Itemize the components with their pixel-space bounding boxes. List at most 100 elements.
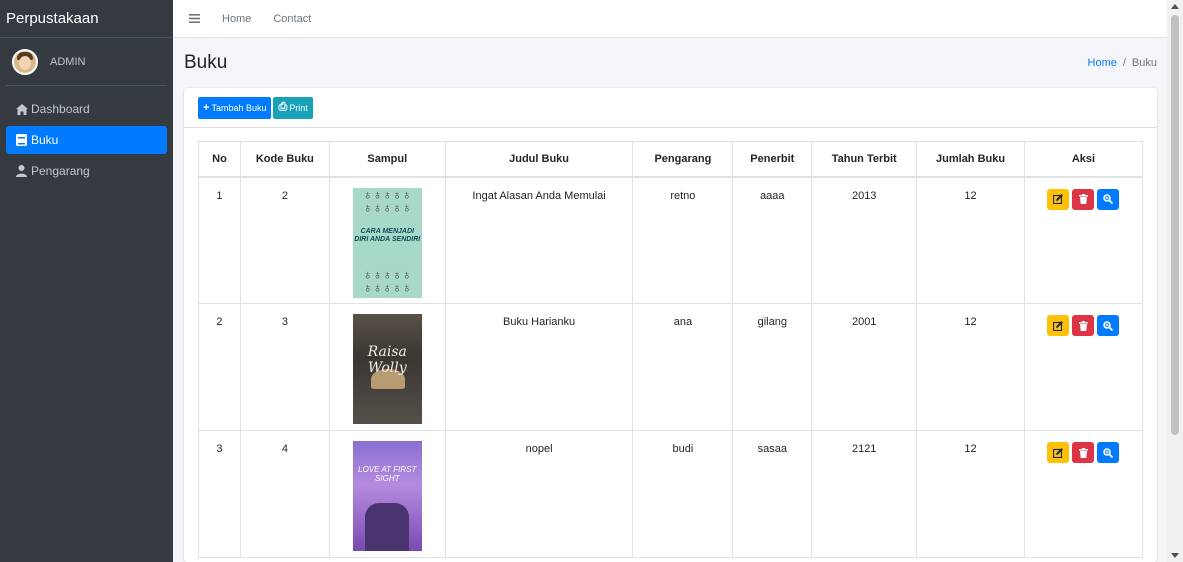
cell-pengarang: budi: [632, 430, 734, 558]
book-cover-image: ♁♁♁♁♁ ♁♁♁♁♁ CARA MENJADI DIRI ANDA SENDIR…: [352, 187, 422, 298]
cell-jumlah: 12: [916, 176, 1025, 304]
cell-jumlah: 12: [916, 430, 1025, 558]
print-button[interactable]: ⎙ Print: [273, 96, 313, 119]
sidebar-item-label: Dashboard: [31, 102, 90, 116]
cell-judul: Buku Harianku: [444, 303, 634, 431]
column-header[interactable]: Kode Buku: [239, 141, 330, 178]
add-book-button[interactable]: + Tambah Buku: [198, 96, 272, 119]
cell-judul: nopel: [444, 430, 634, 558]
sidebar-item-label: Buku: [31, 133, 59, 147]
edit-icon: [1053, 447, 1064, 458]
scroll-thumb[interactable]: [1171, 15, 1179, 435]
cell-no: 3: [198, 430, 241, 558]
sidebar-item-buku[interactable]: Buku: [6, 126, 167, 154]
edit-icon: [1053, 320, 1064, 331]
print-label: Print: [289, 102, 308, 113]
column-header[interactable]: Pengarang: [632, 141, 734, 178]
trash-icon: [1078, 194, 1088, 204]
delete-button[interactable]: [1072, 188, 1095, 210]
edit-button[interactable]: [1047, 188, 1070, 210]
table-row: 1 2 ♁♁♁♁♁ ♁♁♁♁♁ CARA MENJADI DIRI ANDA SE…: [198, 176, 1144, 304]
detail-button[interactable]: [1097, 188, 1120, 210]
card-header: + Tambah Buku ⎙ Print: [184, 88, 1157, 128]
zoom-icon: [1103, 320, 1114, 331]
breadcrumb-current: Buku: [1131, 57, 1157, 69]
cell-aksi: [1023, 430, 1144, 558]
cell-penerbit: aaaa: [732, 176, 813, 304]
user-panel[interactable]: ADMIN: [6, 38, 167, 86]
cell-no: 2: [198, 303, 241, 431]
column-header[interactable]: Penerbit: [732, 141, 813, 178]
nav-link-contact[interactable]: Contact: [273, 13, 311, 25]
plus-icon: +: [203, 101, 210, 114]
cell-penerbit: gilang: [732, 303, 813, 431]
book-icon: [15, 134, 28, 146]
breadcrumb-separator: /: [1122, 57, 1126, 69]
page-title: Buku: [184, 52, 228, 73]
print-icon: ⎙: [278, 101, 288, 113]
cell-jumlah: 12: [916, 303, 1025, 431]
delete-button[interactable]: [1072, 442, 1095, 463]
user-name[interactable]: ADMIN: [50, 56, 85, 68]
sidebar: Perpustakaan ADMIN Dashboard Buku Pengar…: [0, 0, 173, 562]
detail-button[interactable]: [1097, 315, 1120, 336]
edit-icon: [1053, 194, 1064, 204]
cell-aksi: [1023, 303, 1144, 431]
column-header[interactable]: Judul Buku: [444, 141, 634, 178]
cell-kode: 2: [239, 176, 330, 304]
column-header[interactable]: Sampul: [328, 141, 446, 178]
cell-tahun: 2121: [811, 430, 918, 558]
trash-icon: [1078, 447, 1088, 458]
breadcrumb: Home / Buku: [1088, 57, 1157, 69]
zoom-icon: [1103, 447, 1114, 458]
column-header[interactable]: Tahun Terbit: [811, 141, 918, 178]
zoom-icon: [1103, 194, 1114, 204]
cell-no: 1: [198, 176, 241, 304]
book-cover-image: Raisa Wolly: [352, 314, 422, 424]
cover-text: CARA MENJADI DIRI ANDA SENDIRI: [354, 227, 421, 243]
cell-penerbit: sasaa: [732, 430, 813, 558]
avatar: [12, 48, 38, 75]
books-table: No Kode Buku Sampul Judul Buku Pengarang…: [198, 141, 1144, 558]
cell-sampul: LOVE AT FIRST SIGHT: [328, 430, 446, 558]
sidebar-item-label: Pengarang: [31, 164, 90, 178]
brand-text: Perpustakaan: [6, 10, 99, 27]
table-row: 2 3 Raisa Wolly Buku Harianku ana gilang…: [198, 303, 1144, 431]
user-icon: [15, 165, 28, 177]
column-header[interactable]: No: [198, 141, 241, 178]
book-cover-image: LOVE AT FIRST SIGHT: [352, 441, 422, 551]
brand-link[interactable]: Perpustakaan: [0, 0, 173, 38]
home-icon: [15, 103, 28, 115]
edit-button[interactable]: [1047, 315, 1070, 336]
cell-tahun: 2001: [811, 303, 918, 431]
scroll-up-icon[interactable]: [1171, 4, 1179, 9]
cell-judul: Ingat Alasan Anda Memulai: [444, 176, 634, 304]
sidebar-item-dashboard[interactable]: Dashboard: [6, 96, 167, 122]
top-navbar: Home Contact: [173, 0, 1167, 38]
breadcrumb-home-link[interactable]: Home: [1088, 57, 1117, 69]
add-book-label: Tambah Buku: [211, 102, 267, 113]
column-header[interactable]: Aksi: [1023, 141, 1144, 178]
sidebar-nav: Dashboard Buku Pengarang: [0, 96, 173, 184]
cell-sampul: ♁♁♁♁♁ ♁♁♁♁♁ CARA MENJADI DIRI ANDA SENDIR…: [328, 176, 446, 304]
page-scrollbar[interactable]: [1167, 0, 1183, 562]
table-row: 3 4 LOVE AT FIRST SIGHT nopel budi sasaa…: [198, 430, 1144, 558]
cell-tahun: 2013: [811, 176, 918, 304]
menu-toggle-icon[interactable]: [189, 11, 200, 26]
cover-text: LOVE AT FIRST SIGHT: [358, 465, 417, 483]
trash-icon: [1078, 320, 1088, 331]
cell-sampul: Raisa Wolly: [328, 303, 446, 431]
cell-kode: 4: [239, 430, 330, 558]
content-header: Buku Home / Buku: [173, 38, 1167, 88]
cell-aksi: [1023, 176, 1144, 304]
edit-button[interactable]: [1047, 442, 1070, 463]
delete-button[interactable]: [1072, 315, 1095, 336]
sidebar-item-pengarang[interactable]: Pengarang: [6, 158, 167, 184]
column-header[interactable]: Jumlah Buku: [916, 141, 1025, 178]
table-header-row: No Kode Buku Sampul Judul Buku Pengarang…: [198, 141, 1144, 178]
cell-pengarang: ana: [632, 303, 734, 431]
scroll-down-icon[interactable]: [1171, 553, 1179, 558]
nav-link-home[interactable]: Home: [222, 13, 251, 25]
cell-kode: 3: [239, 303, 330, 431]
detail-button[interactable]: [1097, 442, 1120, 463]
